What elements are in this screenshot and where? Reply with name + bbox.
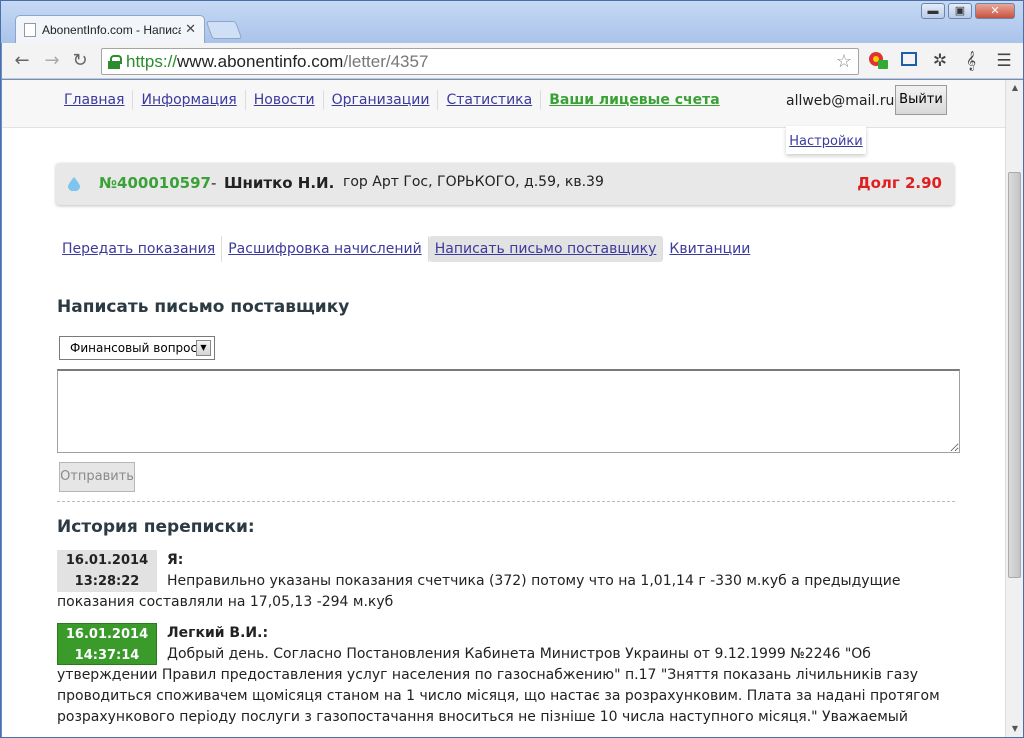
site-header: Главная Информация Новости Организации С…: [2, 80, 1005, 128]
capture-frame-icon: [901, 52, 917, 66]
account-subtabs: Передать показания Расшифровка начислени…: [56, 236, 756, 262]
divider: [57, 501, 955, 502]
user-email: allweb@mail.ru: [786, 93, 895, 109]
message-textarea[interactable]: [57, 369, 960, 453]
nav-news[interactable]: Новости: [246, 90, 324, 110]
nav-info[interactable]: Информация: [133, 90, 246, 110]
vertical-scrollbar[interactable]: ▲ ▼: [1005, 80, 1023, 737]
nav-organizations[interactable]: Организации: [324, 90, 439, 110]
forward-arrow-icon[interactable]: →: [41, 50, 63, 72]
minimize-button[interactable]: ▬: [921, 3, 945, 19]
account-bar: №400010597 - Шнитко Н.И. гор Арт Гос, ГО…: [56, 163, 954, 205]
page-icon: [24, 22, 36, 37]
music-icon[interactable]: 𝄞: [959, 50, 983, 72]
message-author: Я:: [167, 552, 184, 568]
water-drop-icon: [68, 177, 80, 191]
browser-toolbar: ← → ↻ https://www.abonentinfo.com/letter…: [2, 43, 1023, 79]
page-title: Написать письмо поставщику: [57, 297, 350, 317]
nav-home[interactable]: Главная: [56, 90, 134, 110]
topic-select[interactable]: Финансовый вопрос ▼: [59, 336, 215, 360]
message-text: Добрый день. Согласно Постановления Каби…: [57, 646, 940, 725]
address-bar[interactable]: https://www.abonentinfo.com/letter/4357 …: [101, 48, 859, 75]
close-tab-icon[interactable]: ✕: [185, 22, 196, 37]
account-holder: Шнитко Н.И.: [224, 174, 335, 192]
message-time: 14:37:14: [74, 648, 140, 663]
maximize-button[interactable]: ▣: [948, 3, 972, 19]
nav-accounts[interactable]: Ваши лицевые счета: [541, 90, 727, 110]
tab-title: AbonentInfo.com - Написат: [42, 22, 182, 37]
account-separator: -: [211, 174, 217, 192]
message-timestamp: 16.01.2014 13:28:22: [57, 550, 157, 592]
send-button[interactable]: Отправить: [59, 462, 135, 492]
chevron-down-icon: ▼: [196, 340, 211, 356]
url-host: www.abonentinfo.com: [177, 51, 344, 71]
tab-write-letter[interactable]: Написать письмо поставщику: [428, 236, 664, 262]
message-text: Неправильно указаны показания счетчика (…: [57, 573, 901, 610]
back-arrow-icon[interactable]: ←: [11, 50, 33, 72]
bookmark-star-icon[interactable]: ☆: [836, 51, 852, 72]
message-time: 13:28:22: [74, 574, 140, 589]
message-date: 16.01.2014: [65, 553, 149, 568]
message-date: 16.01.2014: [65, 627, 149, 642]
account-number: №400010597: [99, 174, 211, 192]
lock-icon: [108, 55, 122, 69]
extension-icon[interactable]: [866, 50, 890, 72]
nav-statistics[interactable]: Статистика: [438, 90, 542, 110]
browser-tab[interactable]: AbonentInfo.com - Написат ✕: [15, 15, 205, 43]
new-tab-button[interactable]: [205, 21, 243, 39]
tab-charges-breakdown[interactable]: Расшифровка начислений: [222, 236, 429, 262]
bug-icon[interactable]: ✲: [928, 50, 952, 72]
title-bar: AbonentInfo.com - Написат ✕ ▬ ▣ ✕: [1, 1, 1023, 43]
window-controls: ▬ ▣ ✕: [921, 3, 1015, 19]
history-title: История переписки:: [57, 517, 255, 537]
browser-window: AbonentInfo.com - Написат ✕ ▬ ▣ ✕ ← → ↻ …: [0, 0, 1024, 738]
message-author: Легкий В.И.:: [167, 625, 269, 641]
dw-extension-icon: [869, 52, 888, 69]
settings-popup: Настройки: [786, 126, 866, 154]
scroll-thumb[interactable]: [1008, 172, 1021, 578]
history-message: 16.01.2014 14:37:14 Легкий В.И.: Добрый …: [57, 623, 955, 728]
message-timestamp: 16.01.2014 14:37:14: [57, 623, 157, 665]
account-address: гор Арт Гос, ГОРЬКОГО, д.59, кв.39: [343, 174, 604, 190]
logout-button[interactable]: Выйти: [895, 85, 947, 115]
history-message: 16.01.2014 13:28:22 Я: Неправильно указа…: [57, 550, 955, 613]
scroll-up-icon[interactable]: ▲: [1006, 80, 1024, 96]
url-scheme: https://: [126, 51, 178, 71]
tab-receipts[interactable]: Квитанции: [663, 236, 756, 262]
tab-submit-readings[interactable]: Передать показания: [56, 236, 223, 262]
scroll-down-icon[interactable]: ▼: [1006, 721, 1024, 737]
account-debt: Долг 2.90: [857, 174, 942, 192]
menu-icon[interactable]: ☰: [992, 50, 1016, 72]
settings-link[interactable]: Настройки: [789, 134, 862, 149]
topic-selected-value: Финансовый вопрос: [70, 341, 198, 355]
main-nav: Главная Информация Новости Организации С…: [56, 90, 728, 110]
screen-capture-icon[interactable]: [897, 50, 921, 72]
reload-icon[interactable]: ↻: [69, 50, 91, 72]
page-viewport: Главная Информация Новости Организации С…: [2, 80, 1005, 737]
url-path: /letter/4357: [343, 51, 429, 71]
close-window-button[interactable]: ✕: [975, 3, 1015, 19]
